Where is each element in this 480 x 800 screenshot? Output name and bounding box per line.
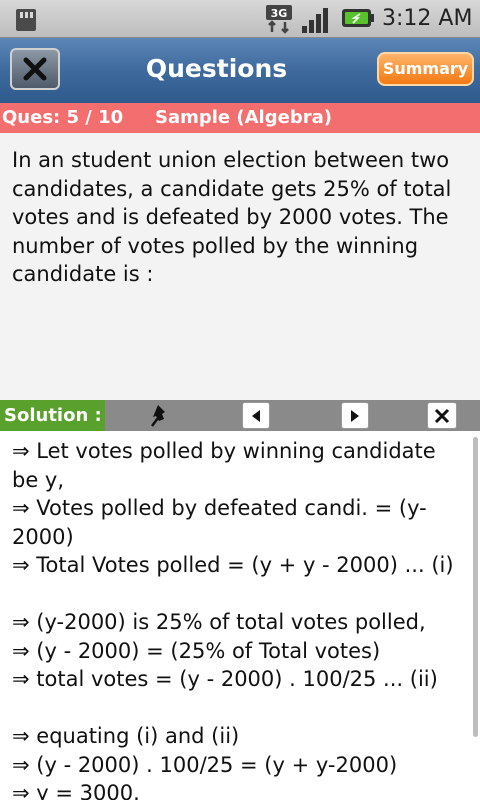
scrollbar[interactable]	[473, 437, 478, 737]
solution-toolbar: Solution :	[0, 400, 480, 431]
solution-line: ⇒ total votes = (y - 2000) . 100/25 ... …	[12, 667, 438, 691]
pin-icon	[151, 404, 165, 427]
next-button[interactable]	[341, 402, 369, 429]
signal-icon	[302, 8, 328, 33]
battery-icon	[342, 9, 374, 27]
next-arrow-icon	[351, 409, 359, 422]
summary-button[interactable]: Summary	[377, 52, 474, 86]
solution-line: ⇒ Total Votes polled = (y + y - 2000) ..…	[12, 553, 454, 577]
network-3g-icon: 3G	[265, 4, 295, 34]
question-text: In an student union election between two…	[12, 148, 452, 286]
question-number: Ques: 5 / 10	[2, 107, 124, 128]
solution-line: ⇒ (y - 2000) = (25% of Total votes)	[12, 638, 381, 663]
close-icon	[434, 408, 450, 423]
solution-line: ⇒ (y - 2000) . 100/25 = (y + y-2000)	[12, 752, 398, 777]
status-time: 3:12 AM	[382, 6, 473, 31]
question-info-bar: Ques: 5 / 10 Sample (Algebra)	[0, 103, 480, 133]
solution-text: ⇒ Let votes polled by winning candidate …	[12, 437, 462, 800]
sd-card-icon	[16, 9, 36, 31]
solution-line	[12, 580, 462, 609]
solution-line: ⇒ (y-2000) is 25% of total votes polled,	[12, 610, 426, 634]
solution-line: be y,	[12, 467, 65, 492]
solution-line	[12, 694, 462, 723]
solution-panel[interactable]: ⇒ Let votes polled by winning candidate …	[0, 431, 480, 800]
svg-text:3G: 3G	[271, 7, 288, 20]
solution-line: 2000)	[12, 524, 74, 549]
page-title: Questions	[145, 54, 288, 83]
close-solution-button[interactable]	[427, 402, 457, 429]
solution-label: Solution :	[0, 400, 105, 431]
previous-button[interactable]	[242, 402, 270, 429]
previous-arrow-icon	[252, 409, 260, 422]
solution-line: ⇒ equating (i) and (ii)	[12, 724, 240, 748]
question-category: Sample (Algebra)	[155, 107, 332, 128]
pin-button[interactable]	[145, 402, 177, 429]
status-bar: 3G 3:12 AM	[0, 0, 480, 38]
title-bar: Questions Summary	[0, 38, 480, 103]
solution-line: ⇒ Votes polled by defeated candi. = (y-	[12, 496, 427, 520]
solution-line: ⇒ y = 3000.	[12, 781, 140, 800]
solution-line: ⇒ Let votes polled by winning candidate	[12, 439, 436, 463]
